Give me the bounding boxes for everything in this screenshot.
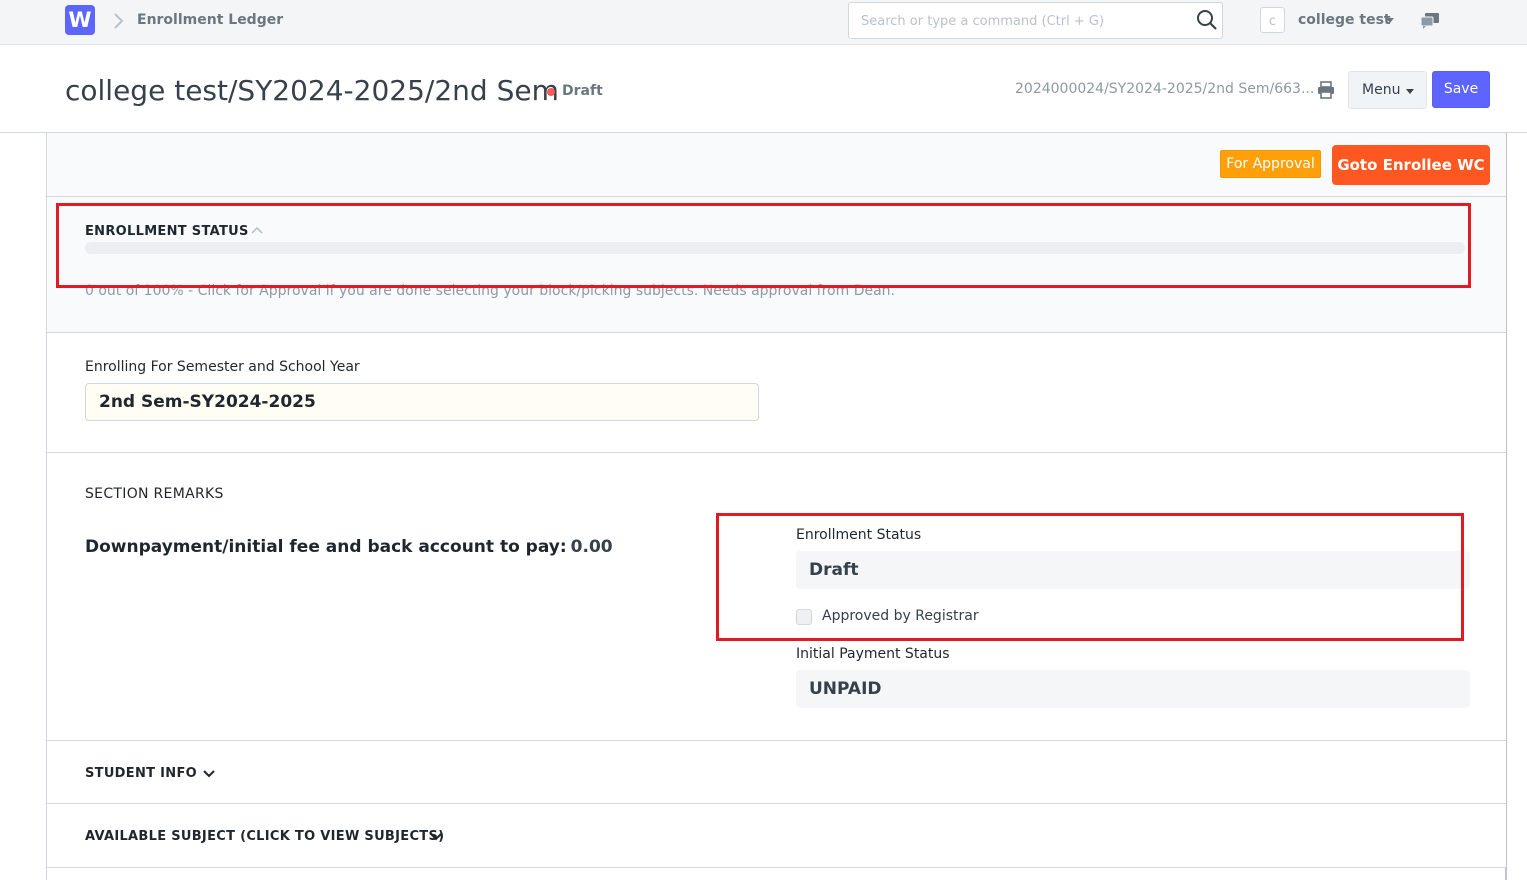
downpayment-text: Downpayment/initial fee and back account… xyxy=(85,537,613,557)
form-action-bar: For Approval Goto Enrollee WC xyxy=(47,133,1506,197)
payment-status-label: Initial Payment Status xyxy=(796,646,950,662)
semester-field[interactable]: 2nd Sem-SY2024-2025 xyxy=(85,383,759,421)
section-title[interactable]: AVAILABLE SUBJECT (CLICK TO VIEW SUBJECT… xyxy=(85,829,444,844)
downpayment-label: Downpayment/initial fee and back account… xyxy=(85,537,567,557)
section-title[interactable]: STUDENT INFO xyxy=(85,766,197,781)
top-navbar: W Enrollment Ledger c college test xyxy=(0,0,1527,45)
menu-button-label: Menu xyxy=(1362,82,1401,98)
highlight-box-progress xyxy=(56,203,1471,288)
user-menu-caret-icon[interactable] xyxy=(1386,18,1394,23)
status-badge: Draft xyxy=(562,83,603,99)
goto-enrollee-button[interactable]: Goto Enrollee WC xyxy=(1332,145,1490,185)
search-icon[interactable] xyxy=(1196,9,1218,31)
page-header: college test/SY2024-2025/2nd Sem Draft 2… xyxy=(0,46,1527,133)
user-menu[interactable]: college test xyxy=(1298,12,1391,28)
page-title: college test/SY2024-2025/2nd Sem xyxy=(65,74,559,107)
menu-button[interactable]: Menu xyxy=(1348,71,1427,109)
save-button[interactable]: Save xyxy=(1432,71,1490,108)
student-info-section[interactable]: STUDENT INFO xyxy=(47,741,1506,804)
semester-field-label: Enrolling For Semester and School Year xyxy=(85,359,360,375)
search-input[interactable] xyxy=(861,11,1181,31)
highlight-box-status xyxy=(716,513,1464,641)
menu-caret-icon xyxy=(1406,89,1414,94)
chat-icon[interactable] xyxy=(1420,12,1440,30)
available-subject-section[interactable]: AVAILABLE SUBJECT (CLICK TO VIEW SUBJECT… xyxy=(47,804,1506,868)
semester-section: Enrolling For Semester and School Year 2… xyxy=(47,333,1506,453)
payment-status-field: UNPAID xyxy=(796,670,1470,708)
downpayment-value: 0.00 xyxy=(570,537,613,557)
breadcrumb-chevron-icon xyxy=(114,13,124,29)
status-indicator-icon xyxy=(547,88,555,96)
document-name: 2024000024/SY2024-2025/2nd Sem/663... xyxy=(1015,81,1315,97)
app-logo[interactable]: W xyxy=(65,5,95,35)
search-box[interactable] xyxy=(848,2,1223,39)
chevron-down-icon[interactable] xyxy=(202,769,216,779)
print-icon[interactable] xyxy=(1317,81,1335,99)
for-approval-button[interactable]: For Approval xyxy=(1220,150,1321,178)
user-avatar[interactable]: c xyxy=(1260,7,1285,33)
chevron-down-icon[interactable] xyxy=(429,832,443,842)
section-title: SECTION REMARKS xyxy=(85,486,224,502)
breadcrumb-enrollment-ledger[interactable]: Enrollment Ledger xyxy=(137,12,283,28)
